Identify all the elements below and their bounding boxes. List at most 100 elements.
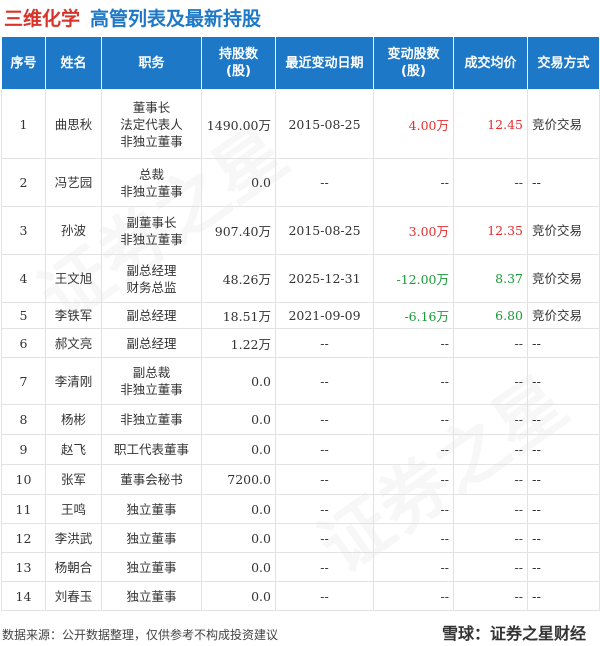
column-header: 变动股数 (股) (373, 36, 454, 90)
avg-price: -- (453, 328, 528, 358)
table-row: 12 李洪武 独立董事 0.0 -- -- -- -- (1, 523, 600, 553)
trade-method: -- (527, 434, 600, 465)
row-index: 3 (1, 206, 46, 255)
trade-method: -- (527, 523, 600, 553)
column-header: 职务 (101, 36, 202, 90)
table-row: 3 孙波 副董事长 非独立董事 907.40万 2015-08-25 3.00万 12.35 竞… (1, 206, 600, 255)
table-row: 13 杨朝合 独立董事 0.0 -- -- -- -- (1, 552, 600, 582)
executive-role: 总裁 非独立董事 (101, 158, 202, 207)
column-header: 成交均价 (453, 36, 528, 90)
row-index: 7 (1, 357, 46, 405)
shares-held: 0.0 (201, 552, 276, 582)
table-row: 4 王文旭 副总经理 财务总监 48.26万 2025-12-31 -12.00万 8.37 竞… (1, 254, 600, 303)
row-index: 5 (1, 302, 46, 329)
shares-held: 907.40万 (201, 206, 276, 255)
trade-method: 竞价交易 (527, 89, 600, 159)
row-index: 11 (1, 494, 46, 524)
executive-name: 王文旭 (45, 254, 102, 303)
title-bar: 三维化学 高管列表及最新持股 (0, 0, 600, 36)
page-title: 高管列表及最新持股 (90, 8, 262, 30)
trade-method: -- (527, 581, 600, 611)
last-change-date: 2015-08-25 (275, 206, 374, 255)
row-index: 6 (1, 328, 46, 358)
last-change-date: -- (275, 158, 374, 207)
change-shares: -- (373, 158, 454, 207)
executive-name: 赵飞 (45, 434, 102, 465)
row-index: 2 (1, 158, 46, 207)
executive-name: 杨彬 (45, 404, 102, 435)
executive-holdings-table: 序号 姓名 职务 持股数 (股) 最近变动日期 变动股数 (股) 成交均价 交易方式… (1, 36, 600, 611)
avg-price: 8.37 (453, 254, 528, 303)
column-header: 最近变动日期 (275, 36, 374, 90)
column-header: 序号 (1, 36, 46, 90)
column-header: 姓名 (45, 36, 102, 90)
change-shares: 4.00万 (373, 89, 454, 159)
executive-name: 李清刚 (45, 357, 102, 405)
executive-role: 董事长 法定代表人 非独立董事 (101, 89, 202, 159)
trade-method: 竞价交易 (527, 302, 600, 329)
table-row: 1 曲思秋 董事长 法定代表人 非独立董事 1490.00万 2015-08-25 4.00万… (1, 89, 600, 159)
change-shares: 3.00万 (373, 206, 454, 255)
executive-name: 李铁军 (45, 302, 102, 329)
brand-watermark: 雪球：证券之星财经 (441, 624, 586, 643)
avg-price: 12.45 (453, 89, 528, 159)
table-row: 10 张军 董事会秘书 7200.0 -- -- -- -- (1, 464, 600, 495)
shares-held: 0.0 (201, 434, 276, 465)
last-change-date: -- (275, 552, 374, 582)
row-index: 10 (1, 464, 46, 495)
table-row: 11 王鸣 独立董事 0.0 -- -- -- -- (1, 494, 600, 524)
change-shares: -- (373, 434, 454, 465)
row-index: 12 (1, 523, 46, 553)
avg-price: -- (453, 404, 528, 435)
trade-method: -- (527, 494, 600, 524)
change-shares: -- (373, 581, 454, 611)
executive-name: 李洪武 (45, 523, 102, 553)
shares-held: 0.0 (201, 158, 276, 207)
shares-held: 0.0 (201, 523, 276, 553)
executive-name: 冯艺园 (45, 158, 102, 207)
executive-name: 曲思秋 (45, 89, 102, 159)
last-change-date: 2025-12-31 (275, 254, 374, 303)
trade-method: 竞价交易 (527, 254, 600, 303)
shares-held: 7200.0 (201, 464, 276, 495)
executive-role: 职工代表董事 (101, 434, 202, 465)
shares-held: 1490.00万 (201, 89, 276, 159)
column-header: 持股数 (股) (201, 36, 276, 90)
row-index: 13 (1, 552, 46, 582)
avg-price: -- (453, 552, 528, 582)
table-row: 8 杨彬 非独立董事 0.0 -- -- -- -- (1, 404, 600, 435)
row-index: 9 (1, 434, 46, 465)
last-change-date: 2015-08-25 (275, 89, 374, 159)
last-change-date: -- (275, 464, 374, 495)
shares-held: 0.0 (201, 581, 276, 611)
table-row: 14 刘春玉 独立董事 0.0 -- -- -- -- (1, 581, 600, 611)
shares-held: 0.0 (201, 357, 276, 405)
executive-role: 独立董事 (101, 552, 202, 582)
trade-method: -- (527, 328, 600, 358)
avg-price: -- (453, 158, 528, 207)
change-shares: -- (373, 494, 454, 524)
avg-price: -- (453, 464, 528, 495)
avg-price: -- (453, 523, 528, 553)
avg-price: -- (453, 357, 528, 405)
executive-name: 杨朝合 (45, 552, 102, 582)
last-change-date: -- (275, 494, 374, 524)
company-name: 三维化学 (4, 8, 81, 30)
data-source-note: 数据来源：公开数据整理，仅供参考不构成投资建议 (2, 628, 279, 642)
executive-name: 王鸣 (45, 494, 102, 524)
change-shares: -12.00万 (373, 254, 454, 303)
last-change-date: -- (275, 404, 374, 435)
last-change-date: -- (275, 434, 374, 465)
executive-role: 独立董事 (101, 494, 202, 524)
executive-role: 非独立董事 (101, 404, 202, 435)
avg-price: -- (453, 581, 528, 611)
executive-role: 独立董事 (101, 581, 202, 611)
avg-price: -- (453, 434, 528, 465)
trade-method: -- (527, 404, 600, 435)
column-header: 交易方式 (527, 36, 600, 90)
avg-price: 6.80 (453, 302, 528, 329)
change-shares: -6.16万 (373, 302, 454, 329)
table-row: 2 冯艺园 总裁 非独立董事 0.0 -- -- -- -- (1, 158, 600, 207)
change-shares: -- (373, 464, 454, 495)
shares-held: 1.22万 (201, 328, 276, 358)
